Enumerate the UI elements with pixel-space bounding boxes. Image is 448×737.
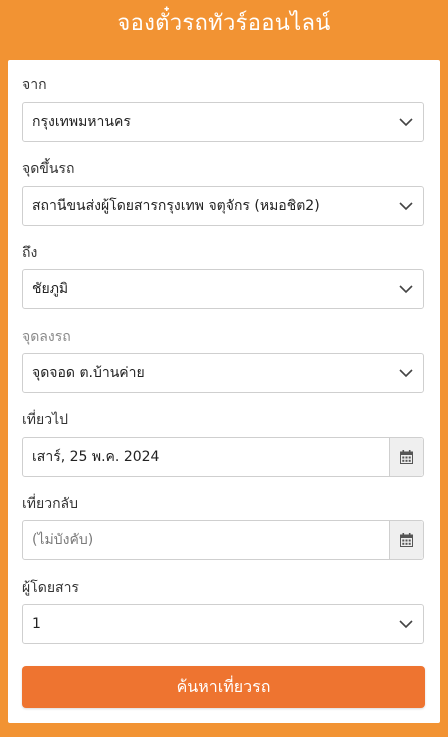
to-label: ถึง bbox=[22, 245, 38, 261]
dropoff-label: จุดลงรถ bbox=[22, 329, 71, 345]
passengers-label: ผู้โดยสาร bbox=[22, 580, 79, 596]
depart-date-input[interactable]: เสาร์, 25 พ.ค. 2024 bbox=[22, 437, 424, 477]
from-select-value: กรุงเทพมหานคร bbox=[32, 114, 131, 130]
pickup-select[interactable]: สถานีขนส่งผู้โดยสารกรุงเทพ จตุจักร (หมอช… bbox=[22, 186, 424, 226]
page-title: จองตั๋วรถทัวร์ออนไลน์ bbox=[117, 10, 331, 36]
search-trips-button[interactable]: ค้นหาเที่ยวรถ bbox=[22, 666, 425, 708]
pickup-label: จุดขึ้นรถ bbox=[22, 161, 75, 177]
depart-date-value: เสาร์, 25 พ.ค. 2024 bbox=[23, 438, 390, 476]
chevron-down-icon bbox=[389, 354, 423, 392]
depart-label: เที่ยวไป bbox=[22, 412, 69, 428]
pickup-select-value: สถานีขนส่งผู้โดยสารกรุงเทพ จตุจักร (หมอช… bbox=[32, 198, 320, 214]
dropoff-select[interactable]: จุดจอด ต.บ้านค่าย bbox=[22, 353, 424, 393]
booking-form: จาก กรุงเทพมหานคร จุดขึ้นรถ สถานีขนส่งผู… bbox=[8, 60, 440, 723]
calendar-icon[interactable] bbox=[390, 438, 423, 476]
return-date-placeholder: (ไม่บังคับ) bbox=[23, 521, 390, 559]
from-label: จาก bbox=[22, 77, 47, 93]
passengers-select-value: 1 bbox=[32, 616, 41, 632]
dropoff-select-value: จุดจอด ต.บ้านค่าย bbox=[32, 365, 145, 381]
to-select[interactable]: ชัยภูมิ bbox=[22, 269, 424, 309]
chevron-down-icon bbox=[389, 270, 423, 308]
chevron-down-icon bbox=[389, 605, 423, 643]
chevron-down-icon bbox=[389, 103, 423, 141]
from-select[interactable]: กรุงเทพมหานคร bbox=[22, 102, 424, 142]
passengers-select[interactable]: 1 bbox=[22, 604, 424, 644]
calendar-icon[interactable] bbox=[390, 521, 423, 559]
return-label: เที่ยวกลับ bbox=[22, 496, 79, 512]
chevron-down-icon bbox=[389, 187, 423, 225]
to-select-value: ชัยภูมิ bbox=[32, 281, 69, 297]
return-date-input[interactable]: (ไม่บังคับ) bbox=[22, 520, 424, 560]
